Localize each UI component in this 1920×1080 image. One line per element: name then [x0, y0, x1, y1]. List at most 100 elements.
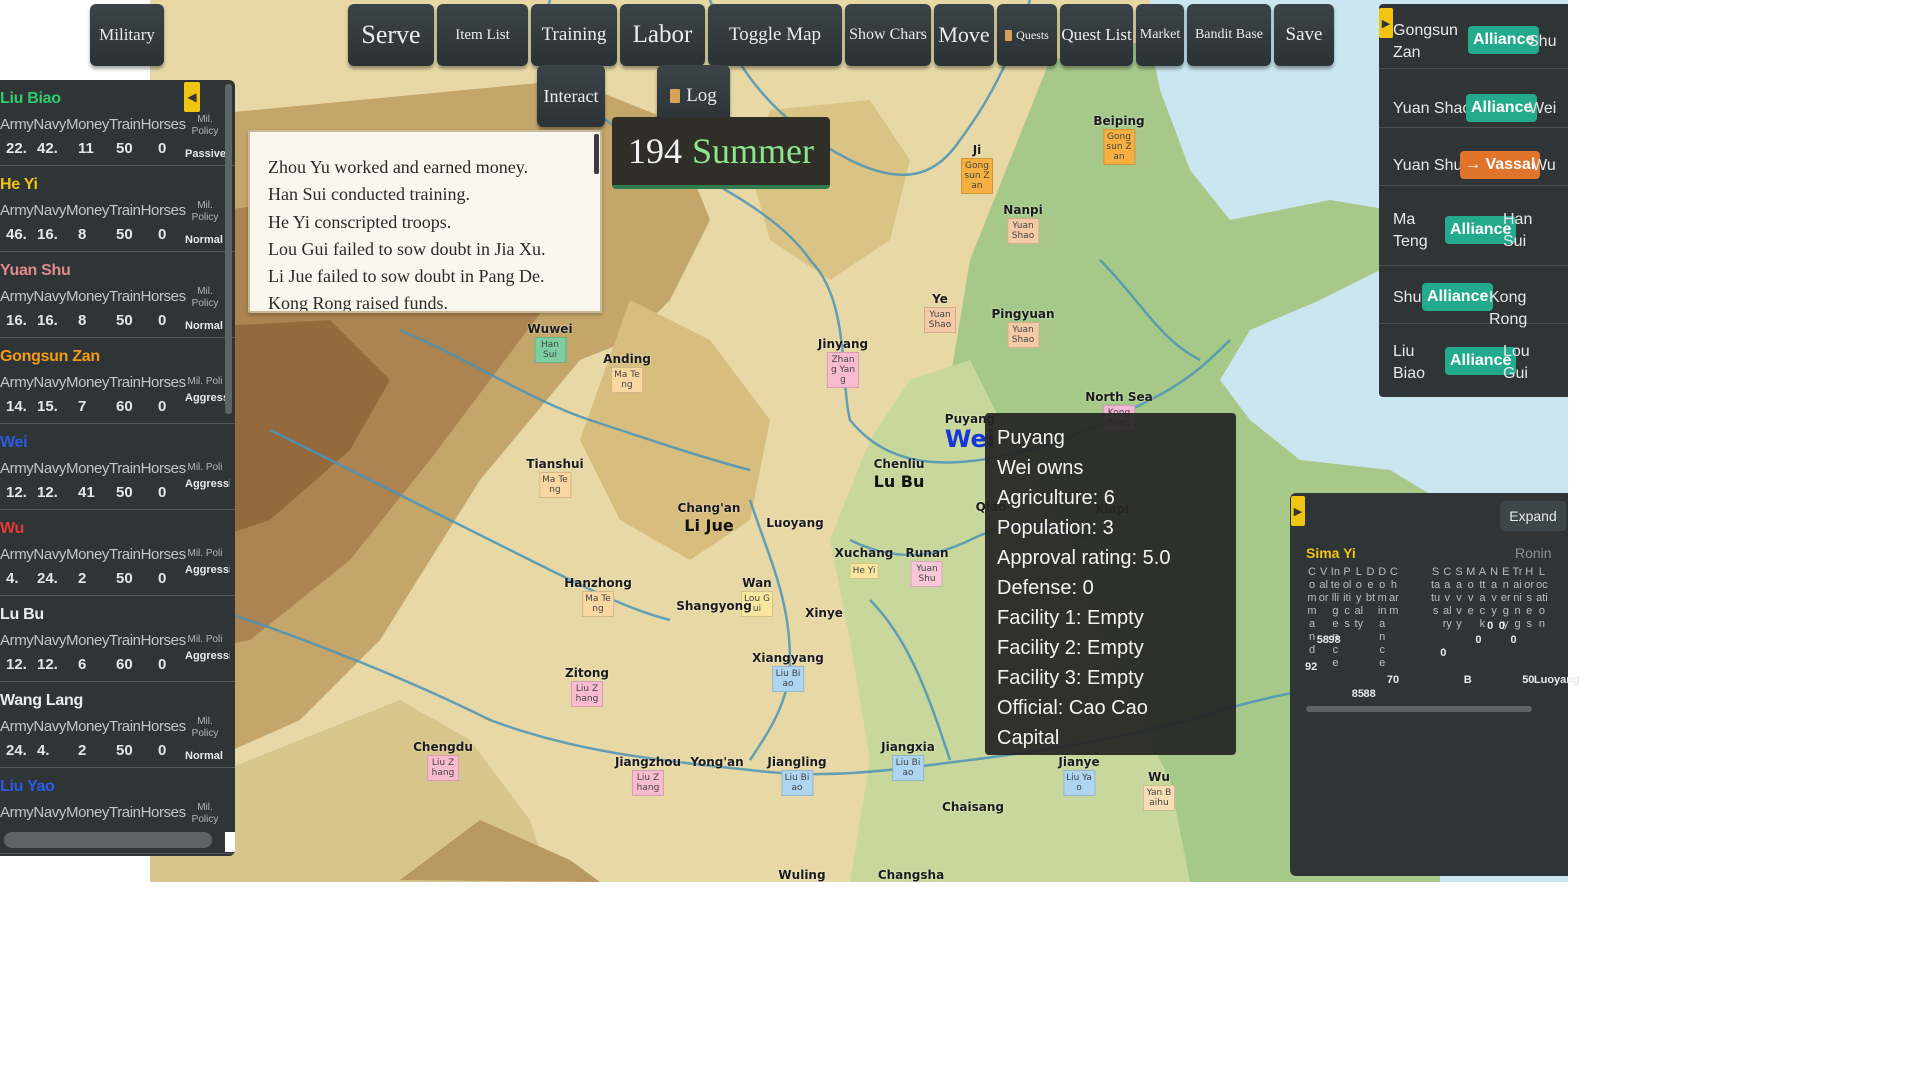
city-owner-tag: Yuan Shu [911, 561, 943, 587]
collapse-left-icon[interactable]: ◀ [184, 82, 200, 112]
item-list-button[interactable]: Item List [437, 4, 528, 66]
quest-list-button[interactable]: Quest List [1060, 4, 1133, 66]
vertical-scrollbar[interactable] [225, 84, 232, 414]
city-name: Pingyuan [991, 307, 1055, 321]
officer-stat-header: Attack [1478, 566, 1487, 630]
diplomacy-party-a: Ma Teng [1393, 211, 1428, 250]
city-name: Runan [905, 546, 949, 560]
officer-stat-value: B [1463, 674, 1472, 686]
faction-row[interactable]: Lu Bu ArmyNavyMoneyTrainHorses 12. 12. 6 60 0 M… [0, 596, 235, 682]
city-marker[interactable]: Wuling [778, 868, 825, 882]
city-marker[interactable]: Jiangxia Liu Biao [881, 740, 935, 781]
faction-stat-value: 60 [116, 656, 133, 673]
log-scrollbar[interactable] [594, 134, 599, 174]
city-marker[interactable]: Chaisang [942, 800, 1004, 814]
interact-button[interactable]: Interact [537, 65, 605, 127]
quests-button[interactable]: Quests [997, 4, 1057, 66]
faction-row[interactable]: He Yi ArmyNavyMoneyTrainHorses 46. 16. 8 50 0 M… [0, 166, 235, 252]
city-name: North Sea [1085, 390, 1153, 404]
city-marker[interactable]: Jinyang Zhang Yang [818, 337, 868, 388]
toggle-map-label: Toggle Map [728, 24, 822, 45]
diplomacy-row: Ma Teng Alliance Han Sui [1379, 185, 1568, 266]
policy-value: Normal [185, 750, 223, 762]
city-owner-tag: Zhang Yang [827, 352, 859, 388]
city-marker[interactable]: Xinye [805, 606, 843, 620]
bandit-base-button[interactable]: Bandit Base [1187, 4, 1271, 66]
officer-stat-value: Luoyang [1533, 674, 1580, 686]
faction-row[interactable]: Wei ArmyNavyMoneyTrainHorses 12. 12. 41 50 0 Mi… [0, 424, 235, 510]
faction-name[interactable]: Wu [0, 520, 24, 538]
date-season: Summer [692, 131, 814, 171]
faction-stat-value: 12. [37, 484, 58, 501]
faction-row[interactable]: Wu ArmyNavyMoneyTrainHorses 4. 24. 2 50 0 Mil. … [0, 510, 235, 596]
city-marker[interactable]: Tianshui Ma Teng [526, 457, 584, 498]
city-marker[interactable]: Nanpi Yuan Shao [1003, 203, 1043, 244]
toggle-map-button[interactable]: Toggle Map [708, 4, 842, 66]
faction-stat-values: 12. 12. 41 50 0 [0, 484, 185, 504]
city-marker[interactable]: Chang'an Li Jue [678, 501, 741, 536]
city-marker[interactable]: Xiangyang Liu Biao [752, 651, 824, 692]
military-button[interactable]: Military [90, 4, 164, 66]
city-marker[interactable]: Shangyong [676, 599, 752, 613]
expand-right-icon[interactable]: ▶ [1291, 496, 1305, 526]
serve-button[interactable]: Serve [348, 4, 434, 66]
faction-name[interactable]: Gongsun Zan [0, 348, 100, 366]
faction-row[interactable]: Wang Lang ArmyNavyMoneyTrainHorses 24. 4. 2 5… [0, 682, 235, 768]
faction-stat-value: 12. [37, 656, 58, 673]
faction-name[interactable]: Liu Biao [0, 90, 61, 108]
training-button[interactable]: Training [531, 4, 617, 66]
city-owner-tag: Yuan Shao [924, 307, 956, 333]
faction-stat-value: 12. [6, 484, 27, 501]
labor-button[interactable]: Labor [620, 4, 705, 66]
city-marker[interactable]: Wu Yan Baihu [1143, 770, 1175, 811]
expand-right-icon[interactable]: ▶ [1379, 8, 1393, 38]
scroll-icon [1005, 29, 1013, 41]
faction-row[interactable]: Gongsun Zan ArmyNavyMoneyTrainHorses 14. 15… [0, 338, 235, 424]
city-marker[interactable]: Changsha [878, 868, 944, 882]
city-marker[interactable]: Jiangling Liu Biao [767, 755, 827, 796]
expand-button[interactable]: Expand [1500, 501, 1566, 531]
city-marker[interactable]: Runan Yuan Shu [905, 546, 949, 587]
faction-row[interactable]: Yuan Shu ArmyNavyMoneyTrainHorses 16. 16. 8 5… [0, 252, 235, 338]
city-marker[interactable]: Pingyuan Yuan Shao [991, 307, 1055, 348]
city-marker[interactable]: Yong'an [690, 755, 743, 769]
city-marker[interactable]: Ji Gongsun Zan [961, 143, 993, 194]
market-button[interactable]: Market [1136, 4, 1184, 66]
officer-stat-header: Command [1307, 566, 1317, 656]
officer-name[interactable]: Sima Yi [1306, 545, 1356, 561]
faction-stat-value: 14. [6, 398, 27, 415]
show-chars-button[interactable]: Show Chars [845, 4, 931, 66]
city-marker[interactable]: Xuchang He Yi [835, 546, 893, 579]
faction-name[interactable]: Lu Bu [0, 606, 44, 624]
market-label: Market [1139, 27, 1181, 42]
faction-name[interactable]: Wang Lang [0, 692, 83, 710]
officer-stat-header: Training [1512, 566, 1523, 630]
diplomacy-panel: Gongsun Zan Alliance Shu Yuan Shao Allia… [1379, 4, 1568, 397]
city-marker[interactable]: Jiangzhou Liu Zhang [615, 755, 681, 796]
officer-stat-header: Loyalty [1354, 566, 1364, 630]
faction-name[interactable]: He Yi [0, 176, 38, 194]
move-button[interactable]: Move [934, 4, 994, 66]
city-marker[interactable]: Hanzhong Ma Teng [564, 576, 632, 617]
diplomacy-party-b: Lou Gui [1503, 343, 1530, 382]
city-marker[interactable]: Beiping Gongsun Zan [1093, 114, 1145, 165]
city-marker[interactable]: Jianye Liu Yao [1058, 755, 1100, 796]
tooltip-population: Population: 3 [997, 517, 1114, 539]
city-marker[interactable]: Chengdu Liu Zhang [413, 740, 473, 781]
save-button[interactable]: Save [1274, 4, 1334, 66]
city-marker[interactable]: Anding Ma Teng [603, 352, 651, 393]
city-marker[interactable]: Luoyang [766, 516, 824, 530]
officer-scrollbar[interactable] [1306, 706, 1532, 712]
faction-name[interactable]: Wei [0, 434, 28, 452]
city-marker[interactable]: Ye Yuan Shao [924, 292, 956, 333]
officer-stat-header: Location [1536, 566, 1548, 630]
tooltip-official: Official: Cao Cao [997, 697, 1148, 719]
city-marker[interactable]: Wuwei Han Sui [527, 322, 573, 363]
horizontal-scrollbar[interactable] [4, 832, 212, 848]
city-marker[interactable]: Chenliu Lu Bu [872, 457, 927, 492]
faction-name[interactable]: Liu Yao [0, 778, 55, 796]
faction-panel[interactable]: Liu Biao ArmyNavyMoneyTrainHorses 22. 42. 11… [0, 80, 235, 856]
diplomacy-party-a: Shu [1393, 289, 1422, 306]
faction-name[interactable]: Yuan Shu [0, 262, 71, 280]
city-marker[interactable]: Zitong Liu Zhang [565, 666, 609, 707]
